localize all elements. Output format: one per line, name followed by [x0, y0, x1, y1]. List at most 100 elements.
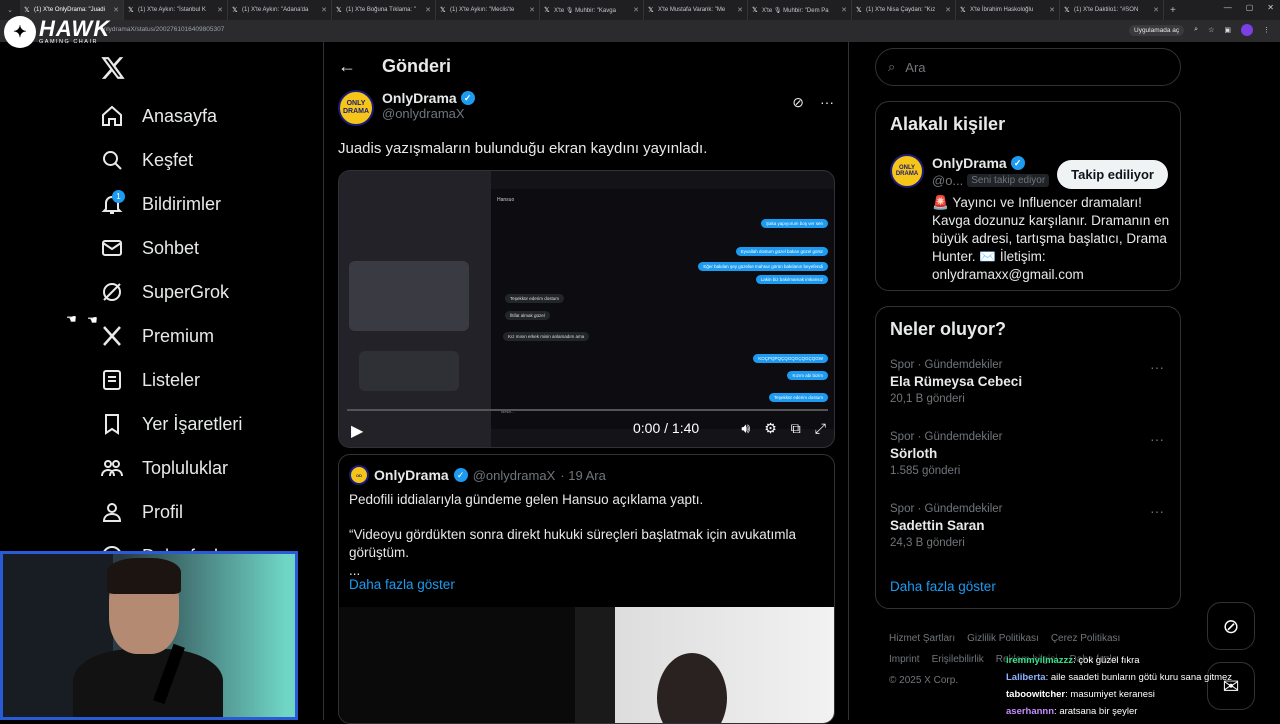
related-handle[interactable]: @o...: [932, 173, 963, 188]
related-avatar[interactable]: ONLY DRAMA: [890, 154, 924, 188]
trend-category: Spor · Gündemdekiler: [890, 431, 1003, 443]
minimize-icon[interactable]: —: [1224, 3, 1232, 12]
nav-item-chat[interactable]: Sohbet: [100, 233, 199, 263]
trend-name: Sörloth: [890, 446, 938, 461]
footer-link[interactable]: Gizlilik Politikası: [967, 633, 1039, 644]
tab-title: (1) X'te Aykırı: "Adana'da: [242, 7, 309, 13]
settings-gear-icon[interactable]: ⚙: [764, 420, 777, 437]
author-avatar[interactable]: ONLY DRAMA: [338, 90, 374, 126]
x-logo-icon[interactable]: [100, 55, 126, 81]
close-window-icon[interactable]: ✕: [1267, 3, 1274, 12]
footer-link[interactable]: Çerez Politikası: [1051, 633, 1120, 644]
tab-close-icon[interactable]: ✕: [945, 6, 951, 14]
tab-close-icon[interactable]: ✕: [321, 6, 327, 14]
grok-icon[interactable]: ⊘: [792, 94, 804, 111]
footer-link[interactable]: Erişilebilirlik: [932, 654, 984, 665]
tab-close-icon[interactable]: ✕: [529, 6, 535, 14]
footer-link[interactable]: Hizmet Şartları: [889, 633, 955, 644]
search-input[interactable]: ⌕ Ara: [875, 48, 1181, 86]
quoted-post[interactable]: OD OnlyDrama ✓ @onlydramaX · 19 Ara Pedo…: [338, 454, 835, 724]
url-text[interactable]: onlydramaX/status/2002761016409805307: [100, 26, 224, 33]
browser-tab[interactable]: 𝕏 (1) X'te Daktilo1: "#SON ✕: [1060, 0, 1164, 20]
browser-tab[interactable]: 𝕏 (1) X'te Aykırı: "Meclis'te ✕: [436, 0, 540, 20]
trend-item[interactable]: Spor · Gündemdekiler Sadettin Saran 24,3 B…: [890, 503, 1170, 549]
browser-tab[interactable]: 𝕏 (1) X'te Aykırı: "Adana'da ✕: [228, 0, 332, 20]
browser-menu-icon[interactable]: ⋮: [1263, 26, 1270, 34]
trend-count: 20,1 B gönderi: [890, 393, 965, 405]
nav-item-notifications[interactable]: 1 Bildirimler: [100, 189, 221, 219]
nav-item-explore[interactable]: Keşfet: [100, 145, 193, 175]
nav-item-home[interactable]: Anasayfa: [100, 101, 217, 131]
new-tab-icon[interactable]: +: [1164, 5, 1182, 16]
tab-menu-icon[interactable]: ⌄: [0, 6, 20, 14]
nav-item-lists[interactable]: Listeler: [100, 365, 200, 395]
related-bio: 🚨 Yayıncı ve Influencer dramaları! Kavga…: [932, 195, 1170, 282]
browser-tab[interactable]: 𝕏 X'te 🎙 Muhbir: "Dem Pa ✕: [748, 0, 852, 20]
more-options-icon[interactable]: ···: [1150, 431, 1164, 447]
x-favicon-icon: 𝕏: [648, 6, 654, 14]
trends-show-more-link[interactable]: Daha fazla göster: [890, 579, 996, 594]
nav-label: Sohbet: [142, 237, 200, 258]
browser-tab[interactable]: 𝕏 (1) X'te Nisa Çaydan: "Kız ✕: [852, 0, 956, 20]
tab-close-icon[interactable]: ✕: [217, 6, 223, 14]
more-options-icon[interactable]: ···: [1150, 503, 1164, 519]
open-in-app-pill[interactable]: Uygulamada aç: [1129, 24, 1185, 36]
maximize-icon[interactable]: ▢: [1246, 3, 1254, 12]
tab-close-icon[interactable]: ✕: [841, 6, 847, 14]
nav-item-profile[interactable]: Profil: [100, 497, 183, 527]
fullscreen-icon[interactable]: ⤢: [815, 420, 826, 437]
post-author[interactable]: ONLY DRAMA OnlyDrama ✓ @onlydramaX: [338, 90, 475, 126]
browser-tab[interactable]: 𝕏 (1) X'te Aykırı: "İstanbul K ✕: [124, 0, 228, 20]
hawk-logo: ✦ HAWK GAMING CHAIR: [4, 16, 110, 48]
following-button[interactable]: Takip ediliyor: [1057, 160, 1168, 189]
tab-close-icon[interactable]: ✕: [1049, 6, 1055, 14]
chat-message: Lakin biz bakılmamak imkansız: [755, 275, 828, 284]
more-options-icon[interactable]: ···: [820, 94, 834, 111]
quote-avatar: OD: [349, 465, 369, 485]
quote-image[interactable]: [339, 607, 834, 723]
browser-tab[interactable]: 𝕏 X'te İbrahim Haskoloğlu ✕: [956, 0, 1060, 20]
trend-count: 1.585 gönderi: [890, 465, 961, 477]
tab-close-icon[interactable]: ✕: [1153, 6, 1159, 14]
x-favicon-icon: 𝕏: [24, 6, 30, 14]
chat-message-text: : aratsana bir şeyler: [1054, 706, 1138, 717]
footer-link[interactable]: Imprint: [889, 654, 920, 665]
profile-avatar[interactable]: [1241, 24, 1253, 36]
browser-tab[interactable]: 𝕏 (1) X'te Boğuna Tıklama: " ✕: [332, 0, 436, 20]
author-handle[interactable]: @onlydramaX: [382, 106, 475, 121]
chat-username: aserhannn: [1006, 706, 1055, 717]
grok-fab-icon[interactable]: ⊘: [1207, 602, 1255, 650]
nav-item-supergrok[interactable]: SuperGrok: [100, 277, 229, 307]
nav-item-communities[interactable]: Topluluklar: [100, 453, 228, 483]
related-name[interactable]: OnlyDrama: [932, 155, 1007, 171]
video-player[interactable]: Hansuo Şaka yapıyorum boş ver sen Eyvalla…: [338, 170, 835, 448]
quote-show-more-link[interactable]: Daha fazla göster: [349, 577, 455, 592]
related-people-panel: Alakalı kişiler ONLY DRAMA OnlyDrama ✓ @o…: [875, 101, 1181, 291]
x-favicon-icon: 𝕏: [856, 6, 862, 14]
extensions-icon[interactable]: ▣: [1224, 26, 1231, 34]
tab-close-icon[interactable]: ✕: [737, 6, 743, 14]
pip-icon[interactable]: ⧉: [791, 420, 801, 437]
play-icon[interactable]: ▶: [351, 421, 363, 441]
tab-title: (1) X'te Boğuna Tıklama: ": [346, 7, 416, 13]
bookmark-star-icon[interactable]: ☆: [1208, 26, 1214, 34]
author-name[interactable]: OnlyDrama: [382, 90, 457, 106]
trend-item[interactable]: Spor · Gündemdekiler Ela Rümeysa Cebeci 20…: [890, 359, 1170, 405]
back-arrow-icon[interactable]: ←: [338, 56, 356, 77]
more-options-icon[interactable]: ···: [1150, 359, 1164, 375]
tab-close-icon[interactable]: ✕: [425, 6, 431, 14]
communities-icon: [101, 460, 123, 477]
trend-item[interactable]: Spor · Gündemdekiler Sörloth 1.585 gönderi…: [890, 431, 1170, 477]
x-premium-icon: [103, 326, 121, 346]
browser-tab[interactable]: 𝕏 X'te 🎙 Muhbir: "Kavga ✕: [540, 0, 644, 20]
tab-close-icon[interactable]: ✕: [633, 6, 639, 14]
volume-icon[interactable]: 🔊︎: [741, 420, 750, 437]
tab-title: (1) X'te Aykırı: "Meclis'te: [450, 7, 515, 13]
browser-tab[interactable]: 𝕏 X'te Mustafa Varank: "Me ✕: [644, 0, 748, 20]
video-progress[interactable]: [347, 409, 828, 411]
tab-title: (1) X'te Nisa Çaydan: "Kız: [866, 7, 936, 13]
nav-item-bookmarks[interactable]: Yer İşaretleri: [100, 409, 242, 439]
zoom-icon[interactable]: ⌕: [1194, 26, 1198, 34]
nav-item-premium[interactable]: Premium: [100, 321, 214, 351]
tab-close-icon[interactable]: ✕: [113, 6, 119, 14]
